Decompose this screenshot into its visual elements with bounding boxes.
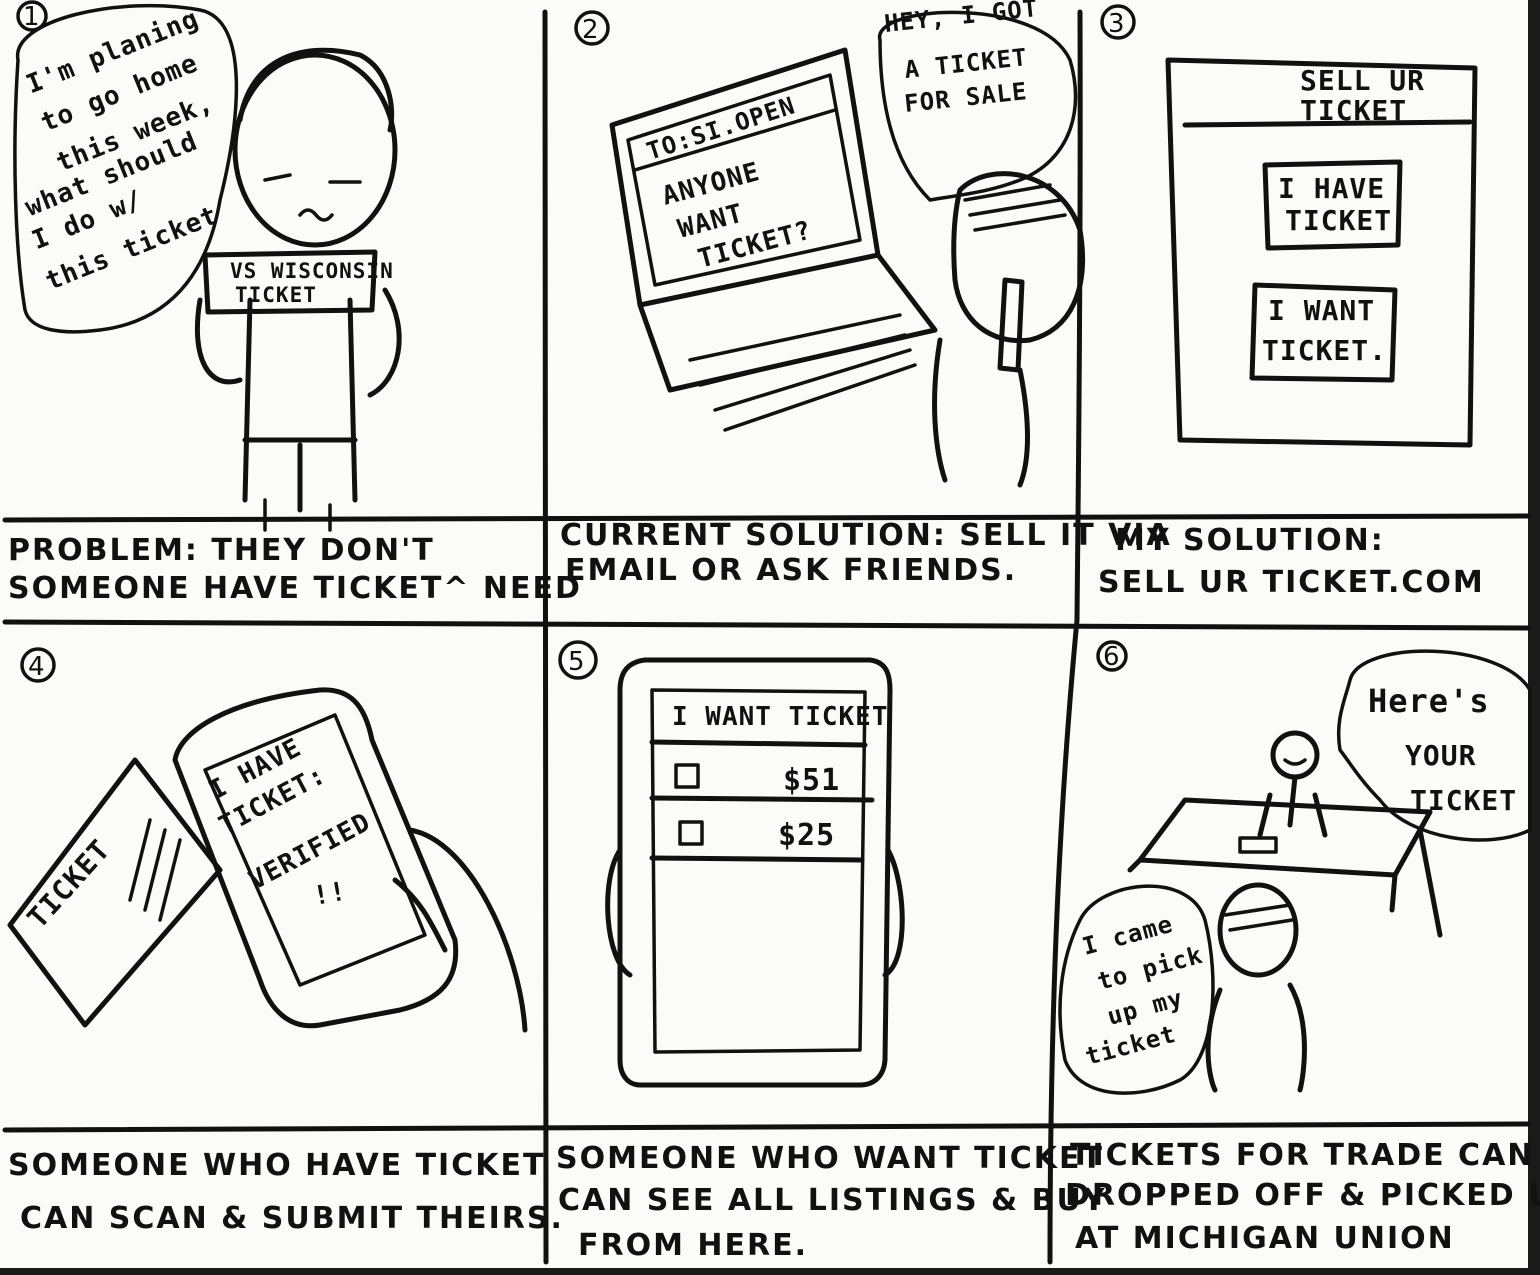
listing-price: $25 — [778, 818, 835, 853]
app-title-line: SELL UR — [1300, 64, 1425, 97]
caption-line: SOMEONE WHO WANT TICKET — [556, 1141, 1104, 1176]
caption-line: SELL UR TICKET.COM — [1098, 565, 1485, 600]
phone-screen-line: !! — [311, 877, 349, 912]
ticket-line: VS WISCONSIN — [230, 259, 394, 283]
caption-line: SOMEONE WHO HAVE TICKET — [8, 1148, 545, 1183]
button-label: TICKET. — [1262, 334, 1387, 367]
row-divider — [649, 855, 865, 863]
row-divider — [649, 795, 875, 803]
caption-line: MY SOLUTION: — [1115, 523, 1385, 558]
caption-line: AT MICHIGAN UNION — [1075, 1221, 1455, 1256]
speech-text: HEY, I GOT A TICKET FOR SALE — [883, 0, 1040, 118]
panel-number: 6 — [1103, 642, 1120, 672]
storyboard-sheet: 1 I'm planing to go home this week, what… — [0, 0, 1540, 1268]
app-title-line: TICKET — [1300, 94, 1407, 127]
caption-line: SOMEONE HAVE TICKET^ NEED — [8, 571, 582, 606]
i-have-ticket-button[interactable]: I HAVE TICKET — [1262, 159, 1403, 251]
panel-number: 4 — [28, 652, 45, 682]
ticket-line: TICKET — [235, 283, 317, 307]
caption-line: TICKETS FOR TRADE CAN BE — [1070, 1138, 1540, 1173]
caption-line: CURRENT SOLUTION: SELL IT VIA — [560, 518, 1172, 553]
speech-line: YOUR — [1405, 739, 1476, 772]
caption-line: CAN SEE ALL LISTINGS & BUY — [558, 1183, 1107, 1218]
caption-line: EMAIL OR ASK FRIENDS. — [565, 553, 1017, 588]
panel-number: 1 — [23, 2, 40, 32]
header-divider — [649, 739, 868, 748]
button-label: I HAVE — [1278, 172, 1385, 205]
caption-line: DROPPED OFF & PICKED UP — [1065, 1178, 1540, 1213]
caption-line: PROBLEM: THEY DON'T — [8, 533, 435, 568]
caption-line: FROM HERE. — [578, 1228, 808, 1263]
listing-price: $51 — [783, 763, 840, 798]
button-label: I WANT — [1268, 294, 1375, 327]
divider-vertical-1 — [542, 9, 549, 1265]
screen-title: I WANT TICKET — [672, 702, 889, 732]
speech-line: Here's — [1368, 682, 1490, 720]
panel-number: 3 — [1108, 9, 1125, 39]
caption-line: CAN SCAN & SUBMIT THEIRS. — [20, 1201, 564, 1236]
panel-number: 5 — [568, 647, 585, 677]
panel-number: 2 — [582, 15, 599, 45]
button-label: TICKET — [1285, 204, 1392, 237]
